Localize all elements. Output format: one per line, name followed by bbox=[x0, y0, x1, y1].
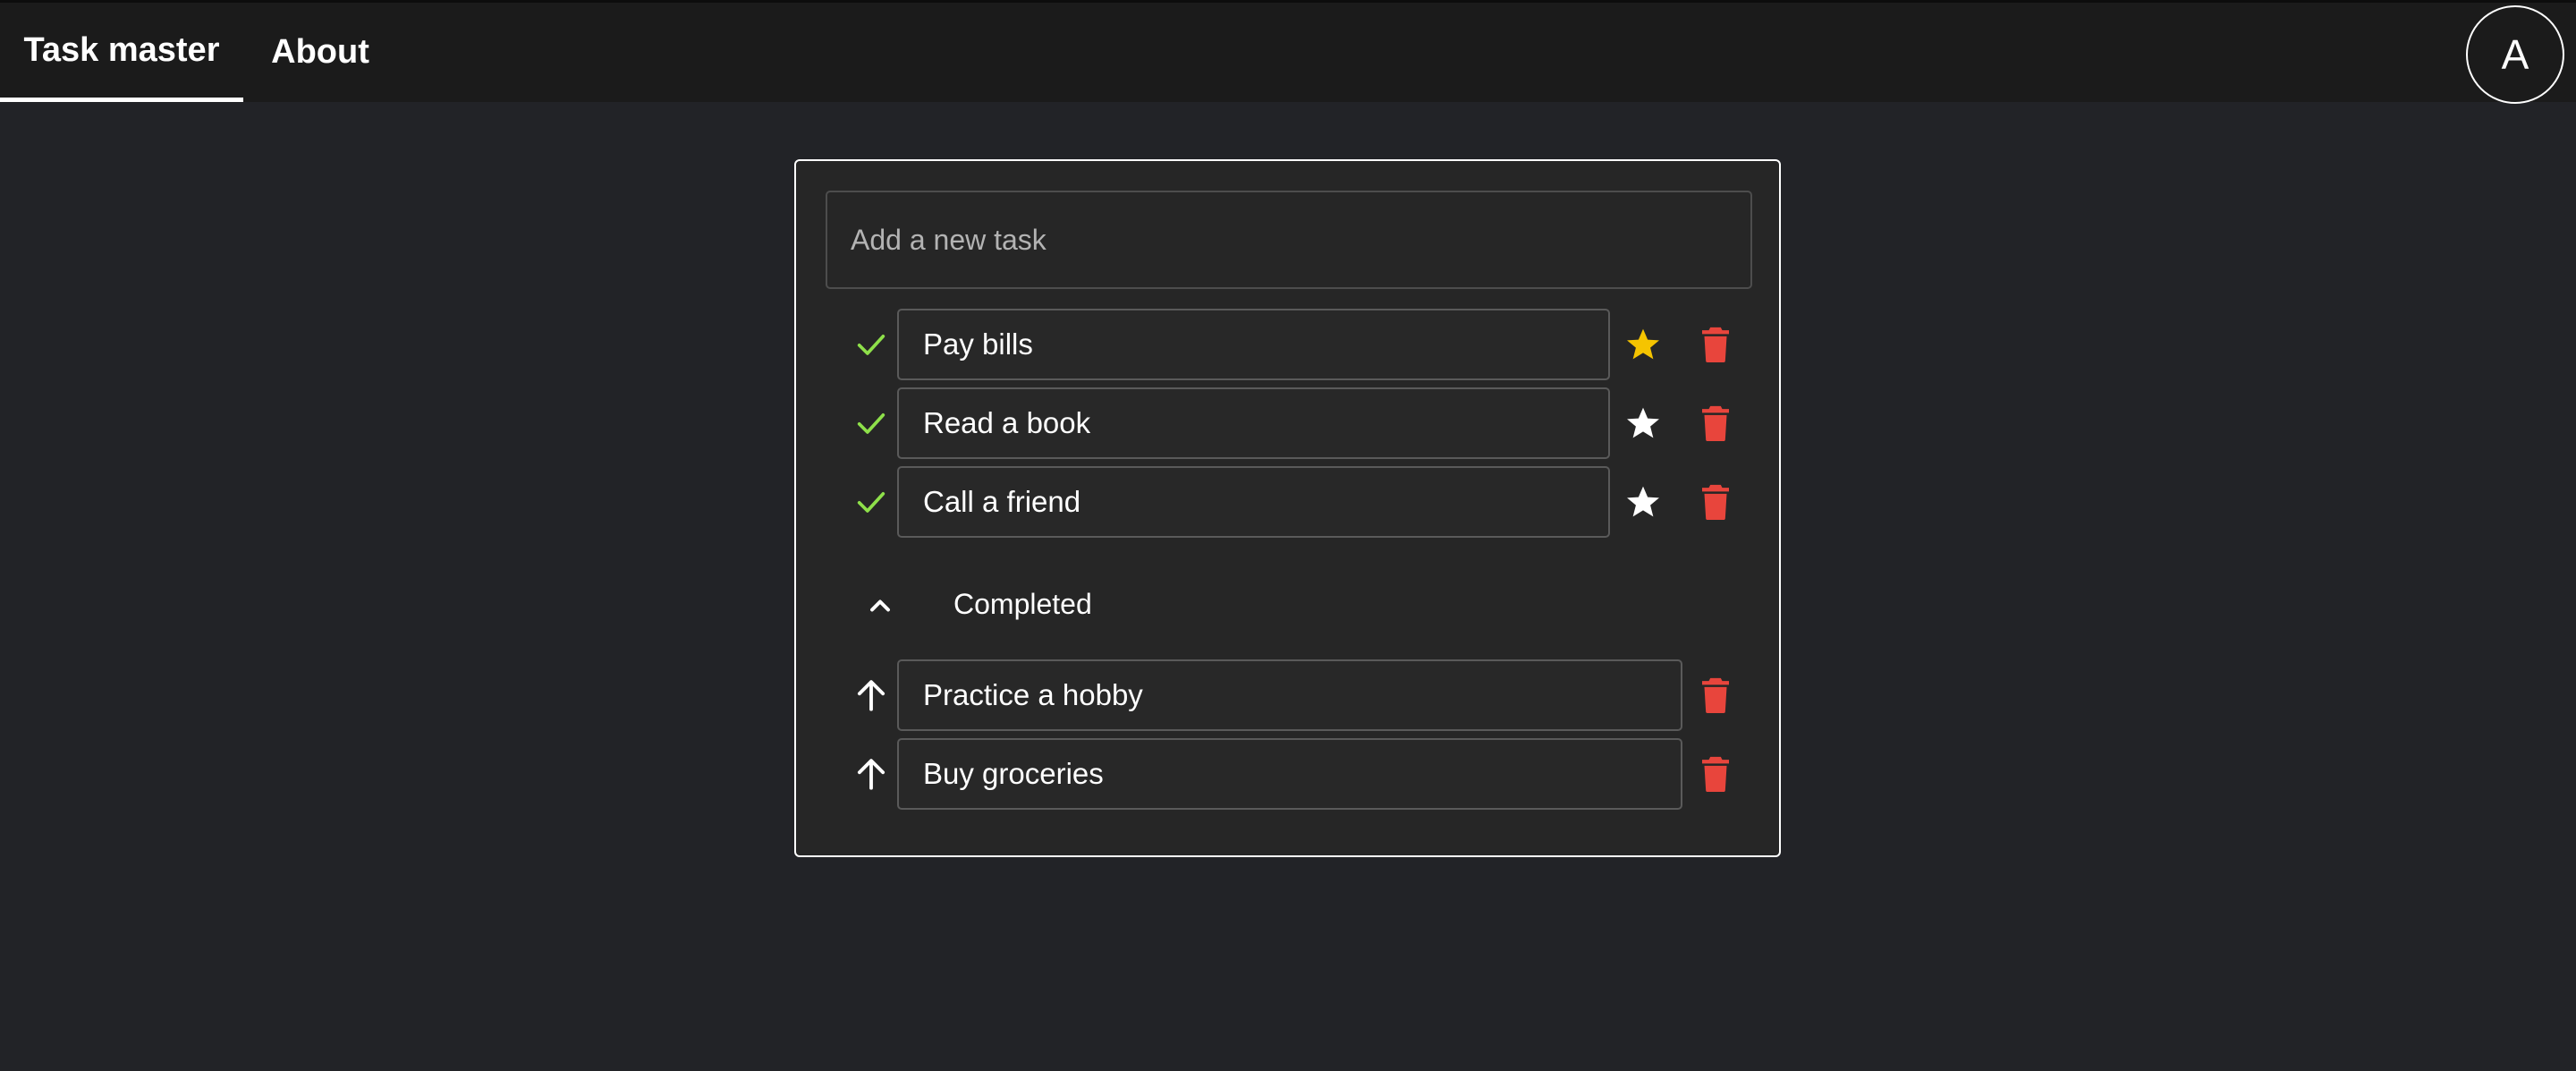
trash-icon bbox=[1702, 677, 1729, 713]
completed-task-row: Practice a hobby bbox=[796, 659, 1780, 731]
restore-task-button[interactable] bbox=[844, 659, 898, 731]
task-title-field[interactable]: Practice a hobby bbox=[897, 659, 1682, 731]
completed-task-row: Buy groceries bbox=[796, 738, 1780, 810]
task-title-field[interactable]: Read a book bbox=[897, 387, 1610, 459]
star-icon bbox=[1627, 328, 1659, 360]
delete-task-button[interactable] bbox=[1689, 466, 1742, 538]
trash-icon bbox=[1702, 405, 1729, 441]
arrow-up-icon bbox=[857, 759, 886, 790]
complete-task-button[interactable] bbox=[844, 466, 898, 538]
check-icon bbox=[857, 335, 886, 355]
check-icon bbox=[857, 413, 886, 434]
task-row: Read a book bbox=[796, 387, 1780, 459]
star-icon bbox=[1627, 486, 1659, 517]
star-button[interactable] bbox=[1616, 387, 1670, 459]
complete-task-button[interactable] bbox=[844, 387, 898, 459]
top-nav-bar: Task master About A bbox=[0, 0, 2576, 104]
tab-task-master[interactable]: Task master bbox=[0, 3, 243, 102]
completed-section-header: Completed bbox=[796, 568, 1780, 640]
task-title-field[interactable]: Pay bills bbox=[897, 309, 1610, 380]
task-panel: Pay bills Read a book bbox=[794, 159, 1781, 857]
task-row: Pay bills bbox=[796, 309, 1780, 380]
new-task-input[interactable] bbox=[826, 191, 1752, 289]
star-button[interactable] bbox=[1616, 309, 1670, 380]
delete-task-button[interactable] bbox=[1689, 387, 1742, 459]
star-icon bbox=[1627, 407, 1659, 438]
collapse-completed-button[interactable] bbox=[853, 579, 907, 633]
completed-label: Completed bbox=[953, 587, 1092, 620]
delete-task-button[interactable] bbox=[1689, 309, 1742, 380]
trash-icon bbox=[1702, 756, 1729, 792]
task-title-field[interactable]: Buy groceries bbox=[897, 738, 1682, 810]
restore-task-button[interactable] bbox=[844, 738, 898, 810]
complete-task-button[interactable] bbox=[844, 309, 898, 380]
star-button[interactable] bbox=[1616, 466, 1670, 538]
task-row: Call a friend bbox=[796, 466, 1780, 538]
tab-about[interactable]: About bbox=[243, 3, 397, 102]
check-icon bbox=[857, 492, 886, 513]
delete-task-button[interactable] bbox=[1689, 738, 1742, 810]
trash-icon bbox=[1702, 327, 1729, 362]
delete-task-button[interactable] bbox=[1689, 659, 1742, 731]
chevron-up-icon bbox=[870, 599, 890, 612]
trash-icon bbox=[1702, 484, 1729, 520]
task-title-field[interactable]: Call a friend bbox=[897, 466, 1610, 538]
avatar[interactable]: A bbox=[2466, 5, 2564, 104]
arrow-up-icon bbox=[857, 680, 886, 711]
